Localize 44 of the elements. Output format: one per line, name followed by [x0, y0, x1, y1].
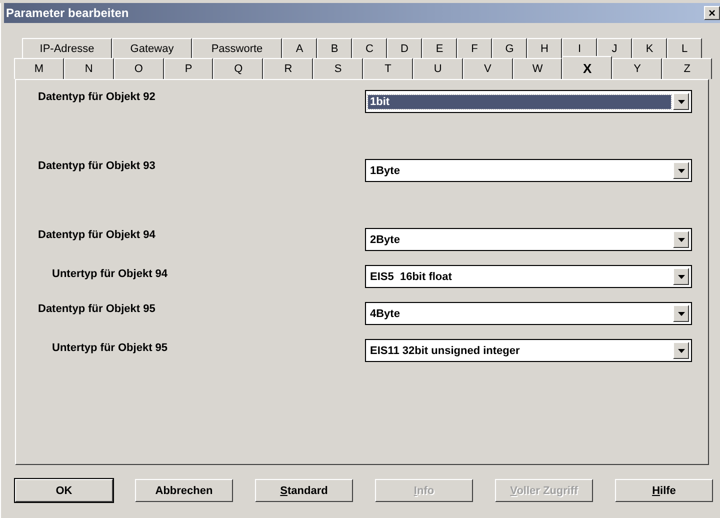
tab[interactable]: T	[363, 58, 413, 79]
tab[interactable]: P	[164, 58, 214, 79]
field-label: Datentyp für Objekt 95	[38, 302, 156, 315]
tab[interactable]: A	[282, 38, 317, 58]
dropdown[interactable]: 1bit	[365, 90, 692, 113]
tab[interactable]: D	[387, 38, 422, 58]
tab[interactable]: E	[422, 38, 457, 58]
tab[interactable]: R	[263, 58, 314, 79]
tab[interactable]: V	[462, 58, 513, 79]
tab[interactable]: Z	[662, 58, 712, 79]
tab[interactable]: K	[632, 38, 667, 58]
tab[interactable]: B	[317, 38, 352, 58]
tab[interactable]: N	[64, 58, 114, 79]
dropdown[interactable]: 2Byte	[365, 228, 692, 251]
tab[interactable]: C	[352, 38, 387, 58]
dropdown[interactable]: 1Byte	[365, 159, 692, 182]
field-label: Untertyp für Objekt 94	[51, 267, 168, 280]
tab[interactable]: M	[14, 58, 64, 79]
tab[interactable]: L	[667, 38, 702, 58]
tab[interactable]: S	[313, 58, 364, 79]
dialog-button[interactable]: Standard	[255, 479, 353, 502]
window-title: Parameter bearbeiten	[6, 6, 130, 20]
close-button[interactable]: ×	[704, 6, 720, 20]
field-label: Untertyp für Objekt 95	[51, 341, 168, 354]
tab[interactable]: H	[527, 38, 562, 58]
field-label: Datentyp für Objekt 92	[38, 90, 156, 103]
dialog-button[interactable]: OK	[15, 479, 113, 502]
tab[interactable]: Q	[213, 58, 264, 79]
field-label: Datentyp für Objekt 93	[38, 159, 156, 172]
dialog-button[interactable]: Abbrechen	[135, 479, 233, 502]
tab[interactable]: Passworte	[192, 38, 282, 58]
dropdown[interactable]: EIS5 16bit float	[365, 265, 692, 288]
tab[interactable]: X	[562, 56, 612, 79]
tab[interactable]: G	[492, 38, 527, 58]
tab[interactable]: F	[457, 38, 492, 58]
tab[interactable]: IP-Adresse	[22, 38, 112, 58]
dropdown[interactable]: EIS11 32bit unsigned integer	[365, 339, 692, 362]
dialog-button[interactable]: Hilfe	[615, 479, 713, 502]
tab[interactable]: Y	[612, 58, 662, 79]
dropdown[interactable]: 4Byte	[365, 302, 692, 325]
tab[interactable]: U	[412, 58, 463, 79]
tab[interactable]: Gateway	[112, 38, 192, 58]
tab[interactable]: O	[114, 58, 164, 79]
field-label: Datentyp für Objekt 94	[38, 228, 156, 241]
